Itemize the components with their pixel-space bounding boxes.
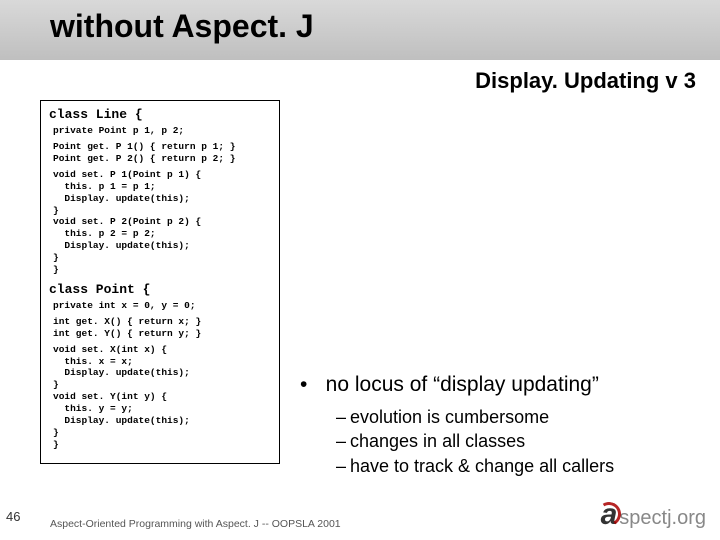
code-line-setters: void set. P 1(Point p 1) { this. p 1 = p… xyxy=(53,169,271,276)
bullet-dot-icon: • xyxy=(300,373,307,397)
code-line-private: private Point p 1, p 2; xyxy=(53,125,271,137)
bullet-sub: –changes in all classes xyxy=(336,429,702,453)
code-example-box: class Line { private Point p 1, p 2; Poi… xyxy=(40,100,280,464)
code-point-getters: int get. X() { return x; } int get. Y() … xyxy=(53,316,271,340)
logo-a-glyph: a xyxy=(601,498,618,532)
bullet-dash-icon: – xyxy=(336,454,346,478)
bullet-dash-icon: – xyxy=(336,405,346,429)
bullet-dash-icon: – xyxy=(336,429,346,453)
code-point-private: private int x = 0, y = 0; xyxy=(53,300,271,312)
bullet-main-wrap: • no locus of “display updating” xyxy=(300,373,702,397)
bullet-sub-text: have to track & change all callers xyxy=(350,456,614,476)
bullet-main-text: no locus of “display updating” xyxy=(326,373,599,396)
bullet-sub-text: evolution is cumbersome xyxy=(350,407,549,427)
class-line-header: class Line { xyxy=(49,107,271,123)
bullet-sub: –have to track & change all callers xyxy=(336,454,702,478)
class-point-header: class Point { xyxy=(49,282,271,298)
title-bar: without Aspect. J xyxy=(0,0,720,60)
slide-number: 46 xyxy=(6,509,20,524)
slide-subtitle: Display. Updating v 3 xyxy=(475,68,696,94)
slide: without Aspect. J Display. Updating v 3 … xyxy=(0,0,720,540)
logo-text: spectj.org xyxy=(619,507,706,530)
bullet-sub: –evolution is cumbersome xyxy=(336,405,702,429)
code-line-getters: Point get. P 1() { return p 1; } Point g… xyxy=(53,141,271,165)
bullet-sub-text: changes in all classes xyxy=(350,431,525,451)
code-point-setters: void set. X(int x) { this. x = x; Displa… xyxy=(53,344,271,451)
aspectj-logo: a spectj.org xyxy=(601,498,706,532)
bullet-main: • no locus of “display updating” xyxy=(300,373,702,397)
footer-text: Aspect-Oriented Programming with Aspect.… xyxy=(50,518,341,530)
bullet-list: • no locus of “display updating” –evolut… xyxy=(300,373,702,478)
slide-title: without Aspect. J xyxy=(50,8,720,45)
